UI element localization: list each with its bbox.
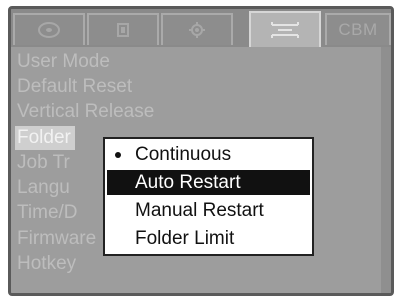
popup-option-continuous[interactable]: Continuous	[107, 142, 310, 167]
lcd-screen: CBM User Mode Default Reset Vertical Rel…	[8, 6, 394, 296]
menu-item-vertical-release[interactable]: Vertical Release	[17, 100, 154, 124]
gear-icon	[189, 22, 205, 38]
menu-item-user-mode[interactable]: User Mode	[17, 50, 110, 74]
menu-item-job-tr[interactable]: Job Tr	[17, 151, 70, 175]
menu-item-default-reset[interactable]: Default Reset	[17, 75, 132, 99]
menu-item-folder[interactable]: Folder	[15, 126, 75, 150]
tab-cbm-label: CBM	[338, 20, 378, 39]
disc-icon	[38, 22, 60, 38]
popup-option-label: Continuous	[135, 144, 232, 165]
popup-option-label: Manual Restart	[135, 200, 264, 221]
tab-disc[interactable]	[13, 13, 85, 45]
tab-wrench[interactable]	[249, 11, 321, 47]
popup-option-label: Folder Limit	[135, 228, 235, 249]
wrench-icon	[271, 22, 299, 38]
tab-gear[interactable]	[161, 13, 233, 45]
menu-item-language[interactable]: Langu	[17, 176, 70, 200]
checked-bullet-icon	[115, 152, 121, 158]
menu-item-firmware[interactable]: Firmware	[17, 227, 96, 251]
popup-option-folder-limit[interactable]: Folder Limit	[107, 226, 310, 251]
tab-cbm[interactable]: CBM	[325, 13, 391, 45]
tray-icon	[117, 23, 129, 37]
folder-options-popup: Continuous Auto Restart Manual Restart F…	[103, 137, 314, 256]
menu-item-hotkey[interactable]: Hotkey	[17, 252, 76, 276]
popup-option-manual-restart[interactable]: Manual Restart	[107, 198, 310, 223]
menu-scrollbar[interactable]	[381, 47, 391, 293]
popup-option-label: Auto Restart	[135, 172, 241, 193]
tab-tray[interactable]	[87, 13, 159, 45]
popup-option-auto-restart[interactable]: Auto Restart	[107, 170, 310, 195]
tab-bar: CBM	[11, 9, 391, 47]
menu-item-time-date[interactable]: Time/D	[17, 201, 78, 225]
